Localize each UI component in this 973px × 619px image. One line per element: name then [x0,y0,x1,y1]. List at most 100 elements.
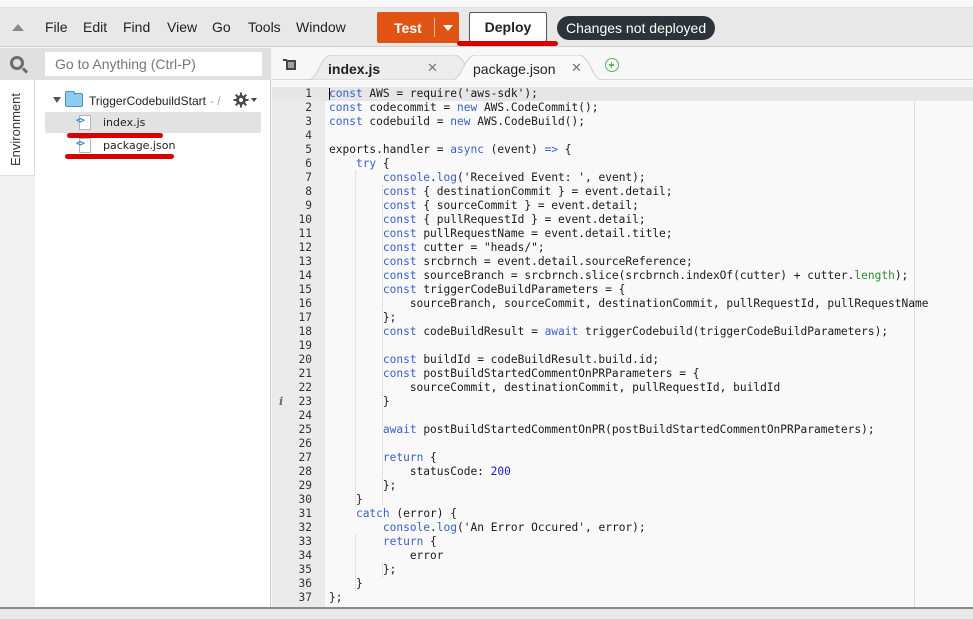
tree-file-package-json[interactable]: package.json [45,135,261,156]
code-lines[interactable]: 1 const AWS = require('aws-sdk'); 2 const c… [272,87,973,605]
deploy-button[interactable]: Deploy [469,12,547,42]
code-line[interactable]: 12 const cutter = "heads/"; [272,241,973,255]
code-text: const triggerCodeBuildParameters = { [382,283,626,296]
line-number: 19 [298,339,312,352]
code-line[interactable]: 32 console.log('An Error Occured', error… [272,521,973,535]
line-number: 14 [298,269,312,282]
code-line[interactable]: 21 const postBuildStartedCommentOnPRPara… [272,367,973,381]
menu-window[interactable]: Window [296,19,346,35]
code-line[interactable]: 35 }; [272,563,973,577]
line-number: 33 [298,535,312,548]
code-line[interactable]: 13 const srcbrnch = event.detail.sourceR… [272,255,973,269]
line-number: 7 [305,171,312,184]
menu-find[interactable]: Find [123,19,150,35]
code-line[interactable]: 3 const codebuild = new AWS.CodeBuild(); [272,115,973,129]
menu-file[interactable]: File [45,19,68,35]
code-text: return { [382,535,437,548]
code-line[interactable]: 4 [272,129,973,143]
code-editor[interactable]: 1 const AWS = require('aws-sdk'); 2 const c… [272,87,973,607]
tab-list-icon[interactable] [283,59,296,70]
code-line[interactable]: 9 const { sourceCommit } = event.detail; [272,199,973,213]
code-line[interactable]: 6 try { [272,157,973,171]
gear-dropdown-caret-icon[interactable] [251,98,257,102]
code-line[interactable]: 11 const pullRequestName = event.detail.… [272,227,973,241]
line-number: 2 [305,101,312,114]
environment-tab[interactable]: Environment [0,80,35,175]
code-line[interactable]: 16 sourceBranch, sourceCommit, destinati… [272,297,973,311]
tree-file-index-js[interactable]: index.js [45,112,261,133]
code-line[interactable]: 17 }; [272,311,973,325]
code-line[interactable]: 5 exports.handler = async (event) => { [272,143,973,157]
line-number: 3 [305,115,312,128]
line-number: 35 [298,563,312,576]
code-line[interactable]: 14 const sourceBranch = srcbrnch.slice(s… [272,269,973,283]
code-line[interactable]: 30 } [272,493,973,507]
code-text: const codeBuildResult = await triggerCod… [382,325,889,338]
gear-icon[interactable] [233,92,249,108]
line-number: 8 [305,185,312,198]
code-line[interactable]: 37}; [272,591,973,605]
code-line[interactable]: 34 error [272,549,973,563]
tab-package-json[interactable]: package.json ✕ [452,55,602,80]
close-icon[interactable]: ✕ [427,60,438,76]
menu-tools[interactable]: Tools [248,19,281,35]
code-line[interactable]: 24 [272,409,973,423]
deploy-status-badge: Changes not deployed [557,16,716,40]
line-number: 16 [298,297,312,310]
code-line[interactable]: 10 const { pullRequestId } = event.detai… [272,213,973,227]
line-number: 20 [298,353,312,366]
code-line[interactable]: 18 const codeBuildResult = await trigger… [272,325,973,339]
code-line[interactable]: 28 statusCode: 200 [272,465,973,479]
browser-top-strip [0,0,973,8]
expand-caret-icon[interactable] [53,97,61,103]
code-text: catch (error) { [355,507,457,520]
line-number: 13 [298,255,312,268]
menu-go[interactable]: Go [212,19,231,35]
code-line[interactable]: 36 } [272,577,973,591]
code-line[interactable]: 29 }; [272,479,973,493]
code-line[interactable]: 2 const codecommit = new AWS.CodeCommit()… [272,101,973,115]
code-line[interactable]: 7 console.log('Received Event: ', event)… [272,171,973,185]
collapse-menu-icon[interactable] [12,24,24,31]
code-text: await postBuildStartedCommentOnPR(postBu… [382,423,875,436]
code-line[interactable]: 23 i } [272,395,973,409]
code-line[interactable]: 1 const AWS = require('aws-sdk'); [272,87,973,101]
line-number: 23 [298,395,312,408]
tab-label: index.js [328,61,381,77]
code-text: }; [329,479,397,492]
line-number: 11 [298,227,312,240]
code-line[interactable]: 15 const triggerCodeBuildParameters = { [272,283,973,297]
code-line[interactable]: 26 [272,437,973,451]
code-text: console.log('Received Event: ', event); [382,171,646,184]
code-line[interactable]: 31 catch (error) { [272,507,973,521]
test-button[interactable]: Test [377,12,459,43]
line-number: 21 [298,367,312,380]
code-line[interactable]: 20 const buildId = codeBuildResult.build… [272,353,973,367]
left-rail-lower [0,175,35,608]
tab-label: package.json [473,61,556,77]
code-text: }; [329,563,397,576]
code-text: const { sourceCommit } = event.detail; [382,199,639,212]
code-line[interactable]: 25 await postBuildStartedCommentOnPR(pos… [272,423,973,437]
annotation-underline-deploy [457,41,558,46]
test-dropdown-caret-icon[interactable] [443,25,453,31]
code-text: const buildId = codeBuildResult.build.id… [382,353,660,366]
code-file-icon [76,138,91,153]
code-line[interactable]: 19 [272,339,973,353]
code-line[interactable]: 8 const { destinationCommit } = event.de… [272,185,973,199]
code-line[interactable]: 22 sourceCommit, destinationCommit, pull… [272,381,973,395]
search-icon[interactable] [10,56,24,70]
bottom-panel-divider[interactable] [0,607,973,619]
menu-view[interactable]: View [167,19,197,35]
tree-root-label: TriggerCodebuildStart [89,94,206,108]
close-icon[interactable]: ✕ [571,60,582,76]
test-button-label: Test [394,20,422,36]
info-annotation-icon[interactable]: i [279,395,283,409]
add-tab-icon[interactable] [605,58,619,72]
code-line[interactable]: 33 return { [272,535,973,549]
code-line[interactable]: 27 return { [272,451,973,465]
menu-edit[interactable]: Edit [83,19,107,35]
search-bar [0,48,271,80]
code-text: sourceCommit, destinationCommit, pullReq… [329,381,781,394]
go-to-anything-input[interactable] [45,52,262,76]
